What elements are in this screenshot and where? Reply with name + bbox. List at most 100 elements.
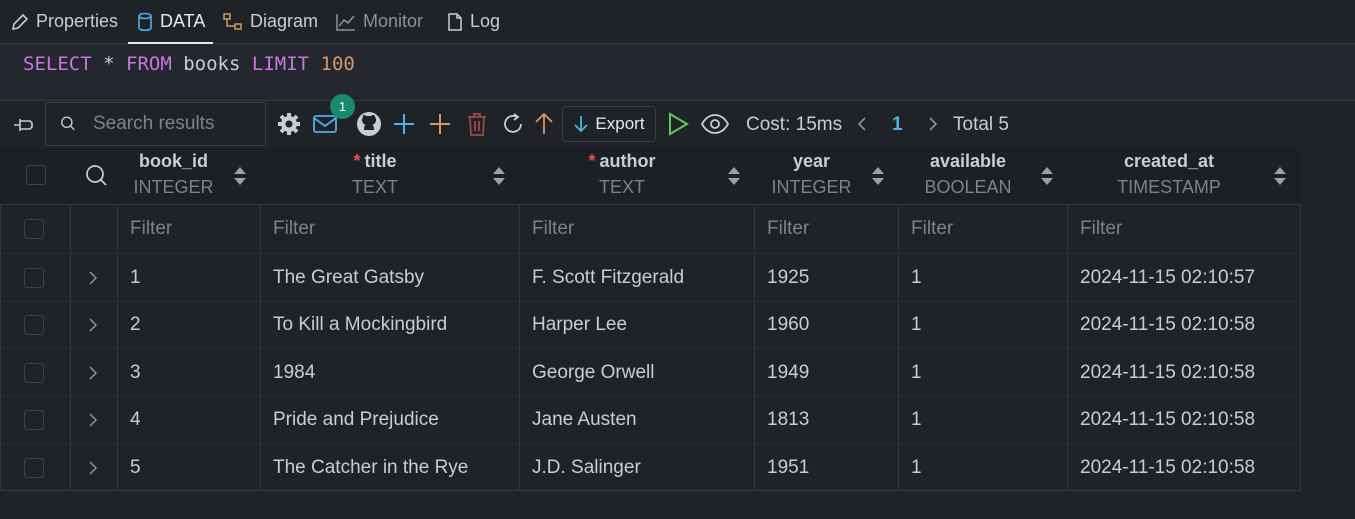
sort-icon[interactable] [232,165,248,187]
select-all-checkbox[interactable] [25,164,47,186]
sort-icon[interactable] [726,165,742,187]
expand-row-button[interactable] [70,396,117,444]
search-input[interactable] [91,112,265,136]
checkbox[interactable] [24,362,44,383]
export-button[interactable]: Export [562,106,656,142]
cell-title[interactable]: The Catcher in the Rye [260,444,520,491]
cell-book-id[interactable]: 5 [117,444,261,491]
column-header-created-at[interactable]: created_at TIMESTAMP [1068,148,1300,204]
column-header-year[interactable]: year INTEGER [755,148,898,204]
expand-row-button[interactable] [70,301,117,349]
cell-created-at[interactable]: 2024-11-15 02:10:58 [1067,301,1300,349]
expand-row-button[interactable] [70,254,117,301]
cell-created-at[interactable]: 2024-11-15 02:10:58 [1067,444,1300,491]
cell-book-id[interactable]: 4 [117,396,261,444]
filter-checkbox-cell[interactable] [1,205,71,252]
cell-available[interactable]: 1 [898,349,1068,396]
table-row[interactable]: 1 The Great Gatsby F. Scott Fitzgerald 1925… [0,253,1300,301]
cell-available[interactable]: 1 [898,396,1068,444]
cell-title[interactable]: Pride and Prejudice [260,396,520,444]
cell-title[interactable]: 1984 [260,349,520,396]
row-checkbox-cell[interactable] [1,302,71,349]
add-column-button[interactable] [428,112,452,136]
cell-created-at[interactable]: 2024-11-15 02:10:57 [1067,254,1300,301]
column-search-button[interactable] [84,163,108,187]
checkbox[interactable] [24,410,44,430]
checkbox[interactable] [24,218,44,239]
cell-available[interactable]: 1 [898,254,1068,301]
run-button[interactable] [666,111,690,137]
sort-icon[interactable] [870,165,886,187]
cell-year[interactable]: 1925 [754,254,899,301]
table-row[interactable]: 3 1984 George Orwell 1949 1 2024-11-15 02:10:… [0,348,1300,396]
chevron-right-icon [89,318,98,332]
delete-button[interactable] [465,111,489,137]
column-header-title[interactable]: * title TEXT [261,148,519,204]
row-checkbox-cell[interactable] [1,397,71,444]
filter-input-year[interactable]: Filter [754,205,899,252]
row-checkbox-cell[interactable] [1,444,71,491]
chevron-right-icon [89,270,98,285]
required-marker: * [353,151,361,171]
tab-data[interactable]: DATA [128,0,214,44]
cell-title[interactable]: The Great Gatsby [260,254,520,301]
sort-icon[interactable] [1039,165,1055,187]
filter-input-author[interactable]: Filter [519,205,755,252]
search-box[interactable] [45,102,266,146]
cell-available[interactable]: 1 [898,444,1068,491]
cell-book-id[interactable]: 2 [117,301,261,349]
filter-input-title[interactable]: Filter [260,205,520,252]
tab-log[interactable]: Log [446,0,500,43]
cell-year[interactable]: 1949 [754,349,899,396]
filter-input-created-at[interactable]: Filter [1067,205,1300,252]
cell-created-at[interactable]: 2024-11-15 02:10:58 [1067,349,1300,396]
cell-author[interactable]: Jane Austen [519,396,755,444]
cell-book-id[interactable]: 1 [117,254,261,301]
cell-author[interactable]: F. Scott Fitzgerald [519,254,755,301]
sql-query[interactable]: SELECT * FROM books LIMIT 100 [23,53,355,75]
prev-page-button[interactable] [855,114,869,134]
expand-row-button[interactable] [70,444,117,491]
row-checkbox-cell[interactable] [1,349,71,396]
cell-author[interactable]: Harper Lee [519,301,755,349]
cell-available[interactable]: 1 [898,301,1068,349]
checkbox[interactable] [24,457,44,478]
table-row[interactable]: 4 Pride and Prejudice Jane Austen 1813 1 2024… [0,395,1300,444]
tab-diagram[interactable]: Diagram [222,0,318,43]
table-row[interactable]: 2 To Kill a Mockingbird Harper Lee 1960 1 202… [0,300,1300,349]
column-header-book-id[interactable]: book_id INTEGER [117,148,260,204]
tab-properties[interactable]: Properties [10,0,118,43]
sort-icon[interactable] [1272,165,1288,187]
sql-editor[interactable]: SELECT * FROM books LIMIT 100 [0,44,1355,101]
add-row-button[interactable] [392,112,416,136]
cell-title[interactable]: To Kill a Mockingbird [260,301,520,349]
next-page-button[interactable] [926,114,940,134]
column-header-available[interactable]: available BOOLEAN [899,148,1067,204]
cell-book-id[interactable]: 3 [117,349,261,396]
upload-button[interactable] [533,111,555,137]
checkbox[interactable] [24,315,44,335]
filter-input-available[interactable]: Filter [898,205,1068,252]
filter-input-book-id[interactable]: Filter [117,205,261,252]
checkbox[interactable] [24,267,44,288]
cell-year[interactable]: 1813 [754,396,899,444]
current-page[interactable]: 1 [892,114,903,136]
cell-author[interactable]: George Orwell [519,349,755,396]
cell-year[interactable]: 1960 [754,301,899,349]
tab-monitor[interactable]: Monitor [335,0,423,43]
github-button[interactable] [355,110,383,138]
column-type: BOOLEAN [924,177,1012,197]
column-type: TEXT [351,177,398,197]
preview-button[interactable] [700,112,730,136]
sort-icon[interactable] [491,165,507,187]
refresh-button[interactable] [500,111,526,137]
row-checkbox-cell[interactable] [1,254,71,301]
pin-icon[interactable] [12,114,36,136]
expand-row-button[interactable] [70,349,117,396]
cell-author[interactable]: J.D. Salinger [519,444,755,491]
cell-created-at[interactable]: 2024-11-15 02:10:58 [1067,396,1300,444]
settings-button[interactable] [276,111,302,137]
table-row[interactable]: 5 The Catcher in the Rye J.D. Salinger 1951… [0,443,1300,491]
column-header-author[interactable]: * author TEXT [520,148,754,204]
cell-year[interactable]: 1951 [754,444,899,491]
